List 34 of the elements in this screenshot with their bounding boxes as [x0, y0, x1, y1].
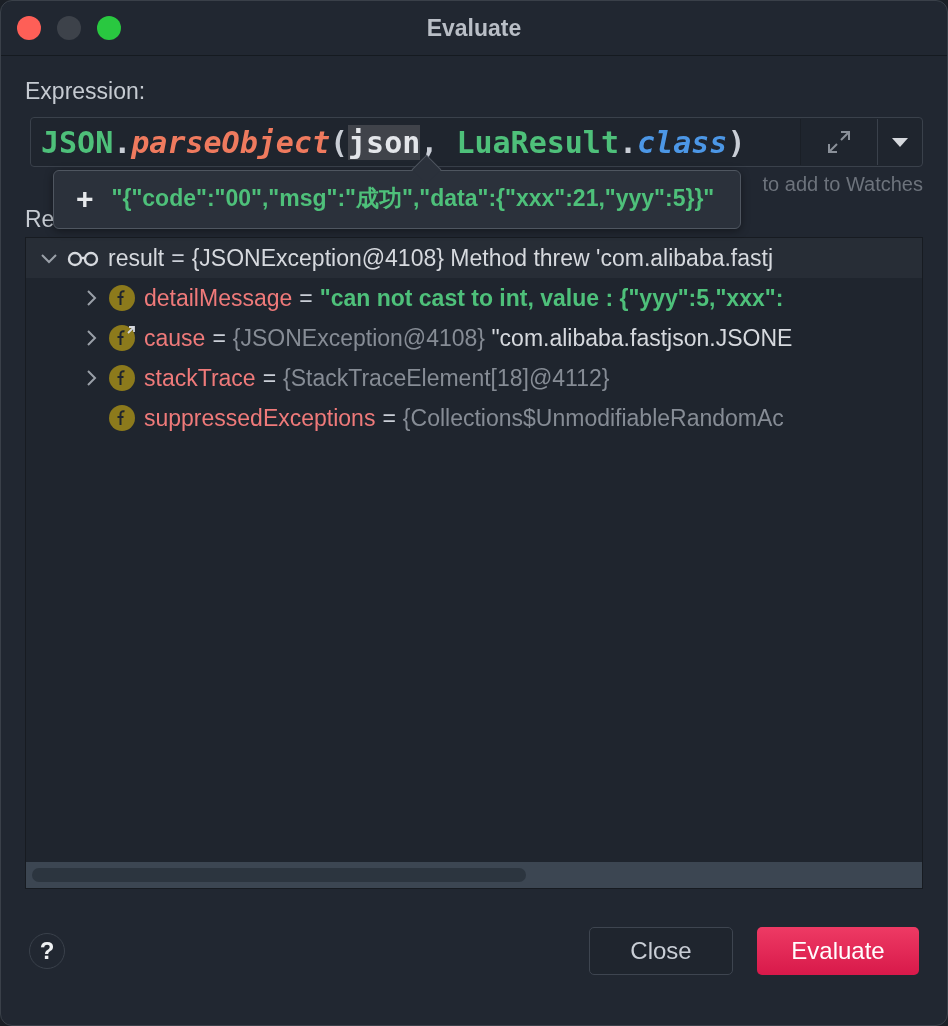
- equals-sign: =: [171, 244, 185, 272]
- expand-icon[interactable]: [826, 129, 852, 155]
- variable-name: stackTrace: [144, 364, 256, 392]
- variable-value: "can not cast to int, value : {"yyy":5,"xxx":: [319, 284, 784, 312]
- tooltip-value: "{"code":"00","msg":"成功","data":{"xxx":21,"yyy":5}}": [111, 184, 715, 213]
- variable-name: detailMessage: [144, 284, 293, 312]
- field-icon: [108, 284, 136, 312]
- variable-value: {JSONException@4108}: [191, 244, 444, 272]
- field-reference-icon: [108, 324, 136, 352]
- zoom-window-button[interactable]: [97, 16, 121, 40]
- equals-sign: =: [262, 364, 277, 392]
- equals-sign: =: [299, 284, 313, 312]
- dropdown-arrow-icon[interactable]: [891, 136, 909, 148]
- variable-value: "com.alibaba.fastjson.JSONE: [490, 324, 793, 352]
- variable-name: cause: [144, 324, 206, 352]
- variable-name: result: [108, 244, 165, 272]
- close-button[interactable]: Close: [589, 927, 733, 975]
- variable-value: {JSONException@4108}: [232, 324, 486, 352]
- field-icon: [108, 404, 136, 432]
- equals-sign: =: [212, 324, 226, 352]
- window-title: Evaluate: [426, 14, 522, 42]
- equals-sign: =: [382, 404, 396, 432]
- close-window-button[interactable]: [17, 16, 41, 40]
- field-icon: [108, 364, 136, 392]
- add-watch-button[interactable]: +: [76, 183, 94, 214]
- result-label: Re: [25, 206, 56, 233]
- variable-value: {Collections$UnmodifiableRandomAc: [402, 404, 784, 432]
- expression-label: Expression:: [25, 78, 147, 105]
- variable-name: suppressedExceptions: [144, 404, 376, 432]
- help-button[interactable]: ?: [29, 933, 65, 969]
- evaluate-button[interactable]: Evaluate: [757, 927, 919, 975]
- hint-text: to add to Watches: [762, 173, 923, 196]
- variable-value: Method threw 'com.alibaba.fastj: [449, 244, 774, 272]
- variable-value: {StackTraceElement[18]@4112}: [283, 364, 610, 392]
